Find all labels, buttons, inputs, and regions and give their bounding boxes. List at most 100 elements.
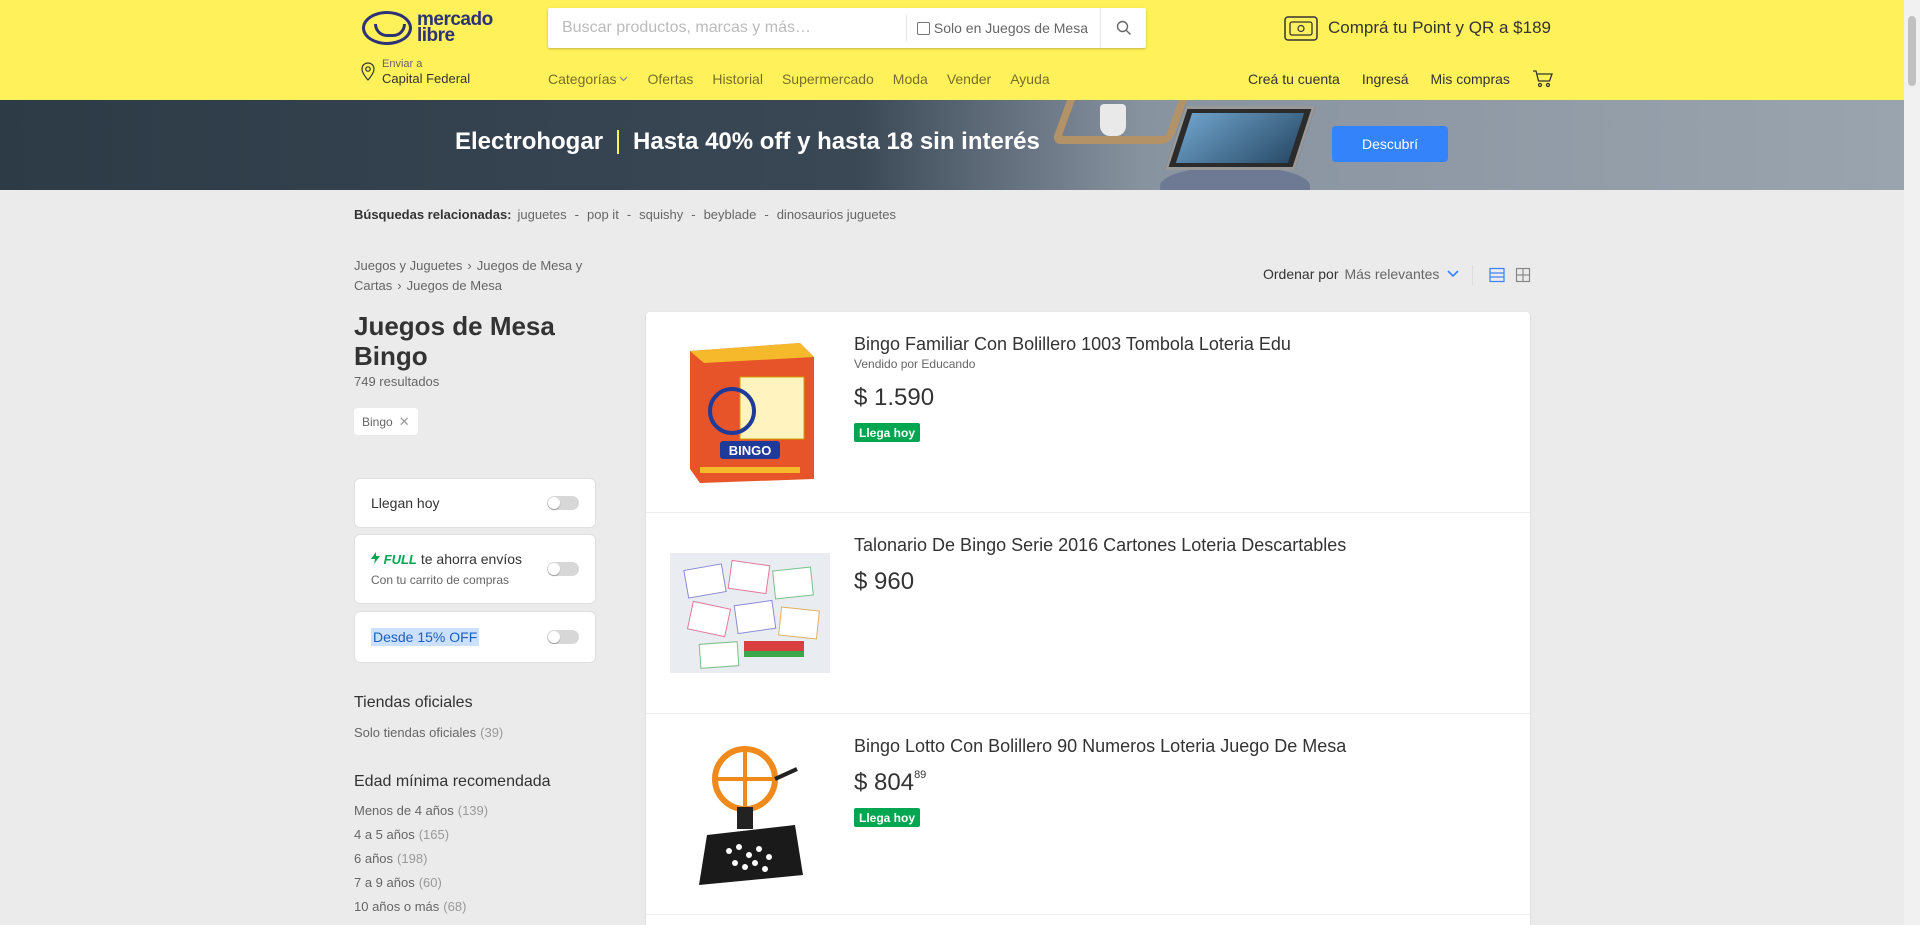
sort-value: Más relevantes (1344, 266, 1440, 282)
banner-brand: Electrohogar (455, 128, 604, 155)
edad-label: 7 a 9 años (354, 875, 415, 890)
filter-discount-label: Desde 15% OFF (371, 628, 480, 646)
search-button[interactable] (1100, 8, 1146, 48)
filter-llegan-hoy[interactable]: Llegan hoy (354, 478, 596, 528)
product-title[interactable]: Bingo Familiar Con Bolillero 1003 Tombol… (854, 334, 1291, 355)
product-image[interactable] (670, 533, 830, 693)
related-label: Búsquedas relacionadas: (354, 207, 512, 222)
nav-moda[interactable]: Moda (893, 71, 928, 87)
related-item[interactable]: juguetes (518, 207, 567, 222)
related-separator: - (626, 207, 632, 222)
edad-filter-item[interactable]: Menos de 4 años (139) (354, 803, 488, 818)
banner-offer: Hasta 40% off y hasta 18 sin interés (633, 128, 1040, 155)
banner-separator (617, 130, 620, 154)
edad-filter-item[interactable]: 7 a 9 años (60) (354, 875, 442, 890)
sort-label: Ordenar por (1263, 266, 1339, 282)
promo-text: Comprá tu Point y QR a $189 (1328, 18, 1552, 37)
price-cents: 89 (914, 769, 927, 781)
edad-label: 6 años (354, 851, 394, 866)
nav-ayuda[interactable]: Ayuda (1010, 71, 1049, 87)
product-card[interactable]: Talonario De Bingo Serie 2016 Cartones L… (646, 513, 1530, 714)
search-scope-label: Solo en Juegos de Mesa (933, 20, 1088, 36)
laptop-image (1164, 106, 1316, 170)
logo-line2: libre (417, 25, 455, 46)
full-tag: FULL (383, 552, 417, 567)
chevron-right-icon: › (467, 258, 472, 273)
discover-button[interactable]: Descubrí (1332, 126, 1448, 162)
promo-banner[interactable]: Electrohogar Hasta 40% off y hasta 18 si… (0, 100, 1904, 190)
results-count: 749 resultados (354, 374, 440, 389)
scrollbar[interactable] (1904, 0, 1920, 925)
scrollbar-thumb[interactable] (1908, 16, 1916, 86)
applied-filter-chip[interactable]: Bingo ✕ (354, 408, 418, 435)
logo-text: mercado libre (417, 10, 493, 46)
related-item[interactable]: dinosaurios juguetes (777, 207, 896, 222)
nav-supermercado[interactable]: Supermercado (782, 71, 874, 87)
point-promo[interactable]: Comprá tu Point y QR a $189 (1284, 14, 1551, 42)
edad-filter-item[interactable]: 6 años (198) (354, 851, 427, 866)
search-scope-checkbox[interactable]: Solo en Juegos de Mesa (905, 15, 1100, 41)
tiendas-link[interactable]: Solo tiendas oficiales (39) (354, 725, 503, 740)
create-account-link[interactable]: Creá tu cuenta (1248, 71, 1340, 87)
product-image[interactable]: BINGO (670, 332, 830, 492)
tiendas-title: Tiendas oficiales (354, 694, 473, 711)
edad-count: (198) (397, 851, 428, 866)
close-icon[interactable]: ✕ (399, 414, 410, 430)
product-title[interactable]: Talonario De Bingo Serie 2016 Cartones L… (854, 535, 1346, 556)
grid-view-icon[interactable] (1515, 267, 1531, 283)
edad-filter-item[interactable]: 4 a 5 años (165) (354, 827, 449, 842)
location-selector[interactable]: Enviar a Capital Federal (360, 58, 470, 87)
product-image[interactable] (670, 734, 830, 894)
nav-historial[interactable]: Historial (712, 71, 763, 87)
bingo-box-image: BINGO (690, 343, 814, 483)
product-card[interactable]: Bingo Lotto Con Bolillero 90 Numeros Lot… (646, 714, 1530, 915)
filter-full[interactable]: FULL te ahorra envíos Con tu carrito de c… (354, 534, 596, 604)
my-purchases-link[interactable]: Mis compras (1431, 71, 1510, 87)
related-separator: - (764, 207, 769, 222)
toggle-switch[interactable] (547, 630, 579, 644)
product-title[interactable]: Bingo Lotto Con Bolillero 90 Numeros Lot… (854, 736, 1346, 757)
nav-ofertas[interactable]: Ofertas (647, 71, 693, 87)
related-item[interactable]: pop it (587, 207, 619, 222)
chevron-down-icon (620, 76, 628, 82)
breadcrumb-item[interactable]: Juegos y Juguetes (354, 258, 462, 273)
svg-text:BINGO: BINGO (729, 443, 772, 458)
lightning-icon (371, 552, 380, 564)
related-separator: - (691, 207, 696, 222)
mercadolibre-logo[interactable]: mercado libre (362, 8, 502, 48)
toggle-switch[interactable] (547, 562, 579, 576)
search-bar: Solo en Juegos de Mesa (548, 8, 1146, 48)
plant-pot-decoration (1100, 104, 1126, 136)
list-view-icon[interactable] (1489, 267, 1505, 283)
breadcrumb: Juegos y Juguetes › Juegos de Mesa y Carta… (354, 256, 604, 296)
card-reader-icon (1284, 16, 1318, 41)
bingo-cage-image (699, 746, 803, 885)
handshake-logo-icon (362, 11, 412, 45)
related-item[interactable]: squishy (639, 207, 683, 222)
location-label: Enviar a (382, 58, 423, 70)
product-card[interactable]: BINGO Bingo Familiar Con Bolillero 1003 … (646, 312, 1530, 513)
filter-discount[interactable]: Desde 15% OFF (354, 611, 596, 663)
filter-full-sub: Con tu carrito de compras (371, 573, 510, 587)
product-price: $ 960 (854, 568, 915, 595)
bingo-cards-image (670, 553, 830, 673)
related-separator: - (574, 207, 579, 222)
full-text: te ahorra envíos (420, 551, 523, 567)
related-item[interactable]: beyblade (704, 207, 757, 222)
user-nav: Creá tu cuenta Ingresá Mis compras (1248, 70, 1554, 88)
breadcrumb-item[interactable]: Juegos de Mesa (407, 278, 502, 293)
search-icon (1116, 20, 1131, 35)
toggle-switch[interactable] (547, 496, 579, 510)
search-input[interactable] (548, 8, 906, 48)
sort-selector[interactable]: Ordenar por Más relevantes (1263, 266, 1459, 282)
edad-label: 10 años o más (354, 899, 440, 914)
login-link[interactable]: Ingresá (1362, 71, 1409, 87)
edad-filter-item[interactable]: 10 años o más (68) (354, 899, 466, 914)
checkbox-box[interactable] (916, 21, 930, 35)
nav-categorias[interactable]: Categorías (548, 71, 628, 87)
related-searches: Búsquedas relacionadas: juguetes - pop it… (354, 207, 896, 222)
view-toggle (1472, 265, 1531, 285)
tiendas-count: (39) (480, 725, 504, 740)
cart-icon[interactable] (1532, 70, 1554, 88)
nav-vender[interactable]: Vender (947, 71, 991, 87)
